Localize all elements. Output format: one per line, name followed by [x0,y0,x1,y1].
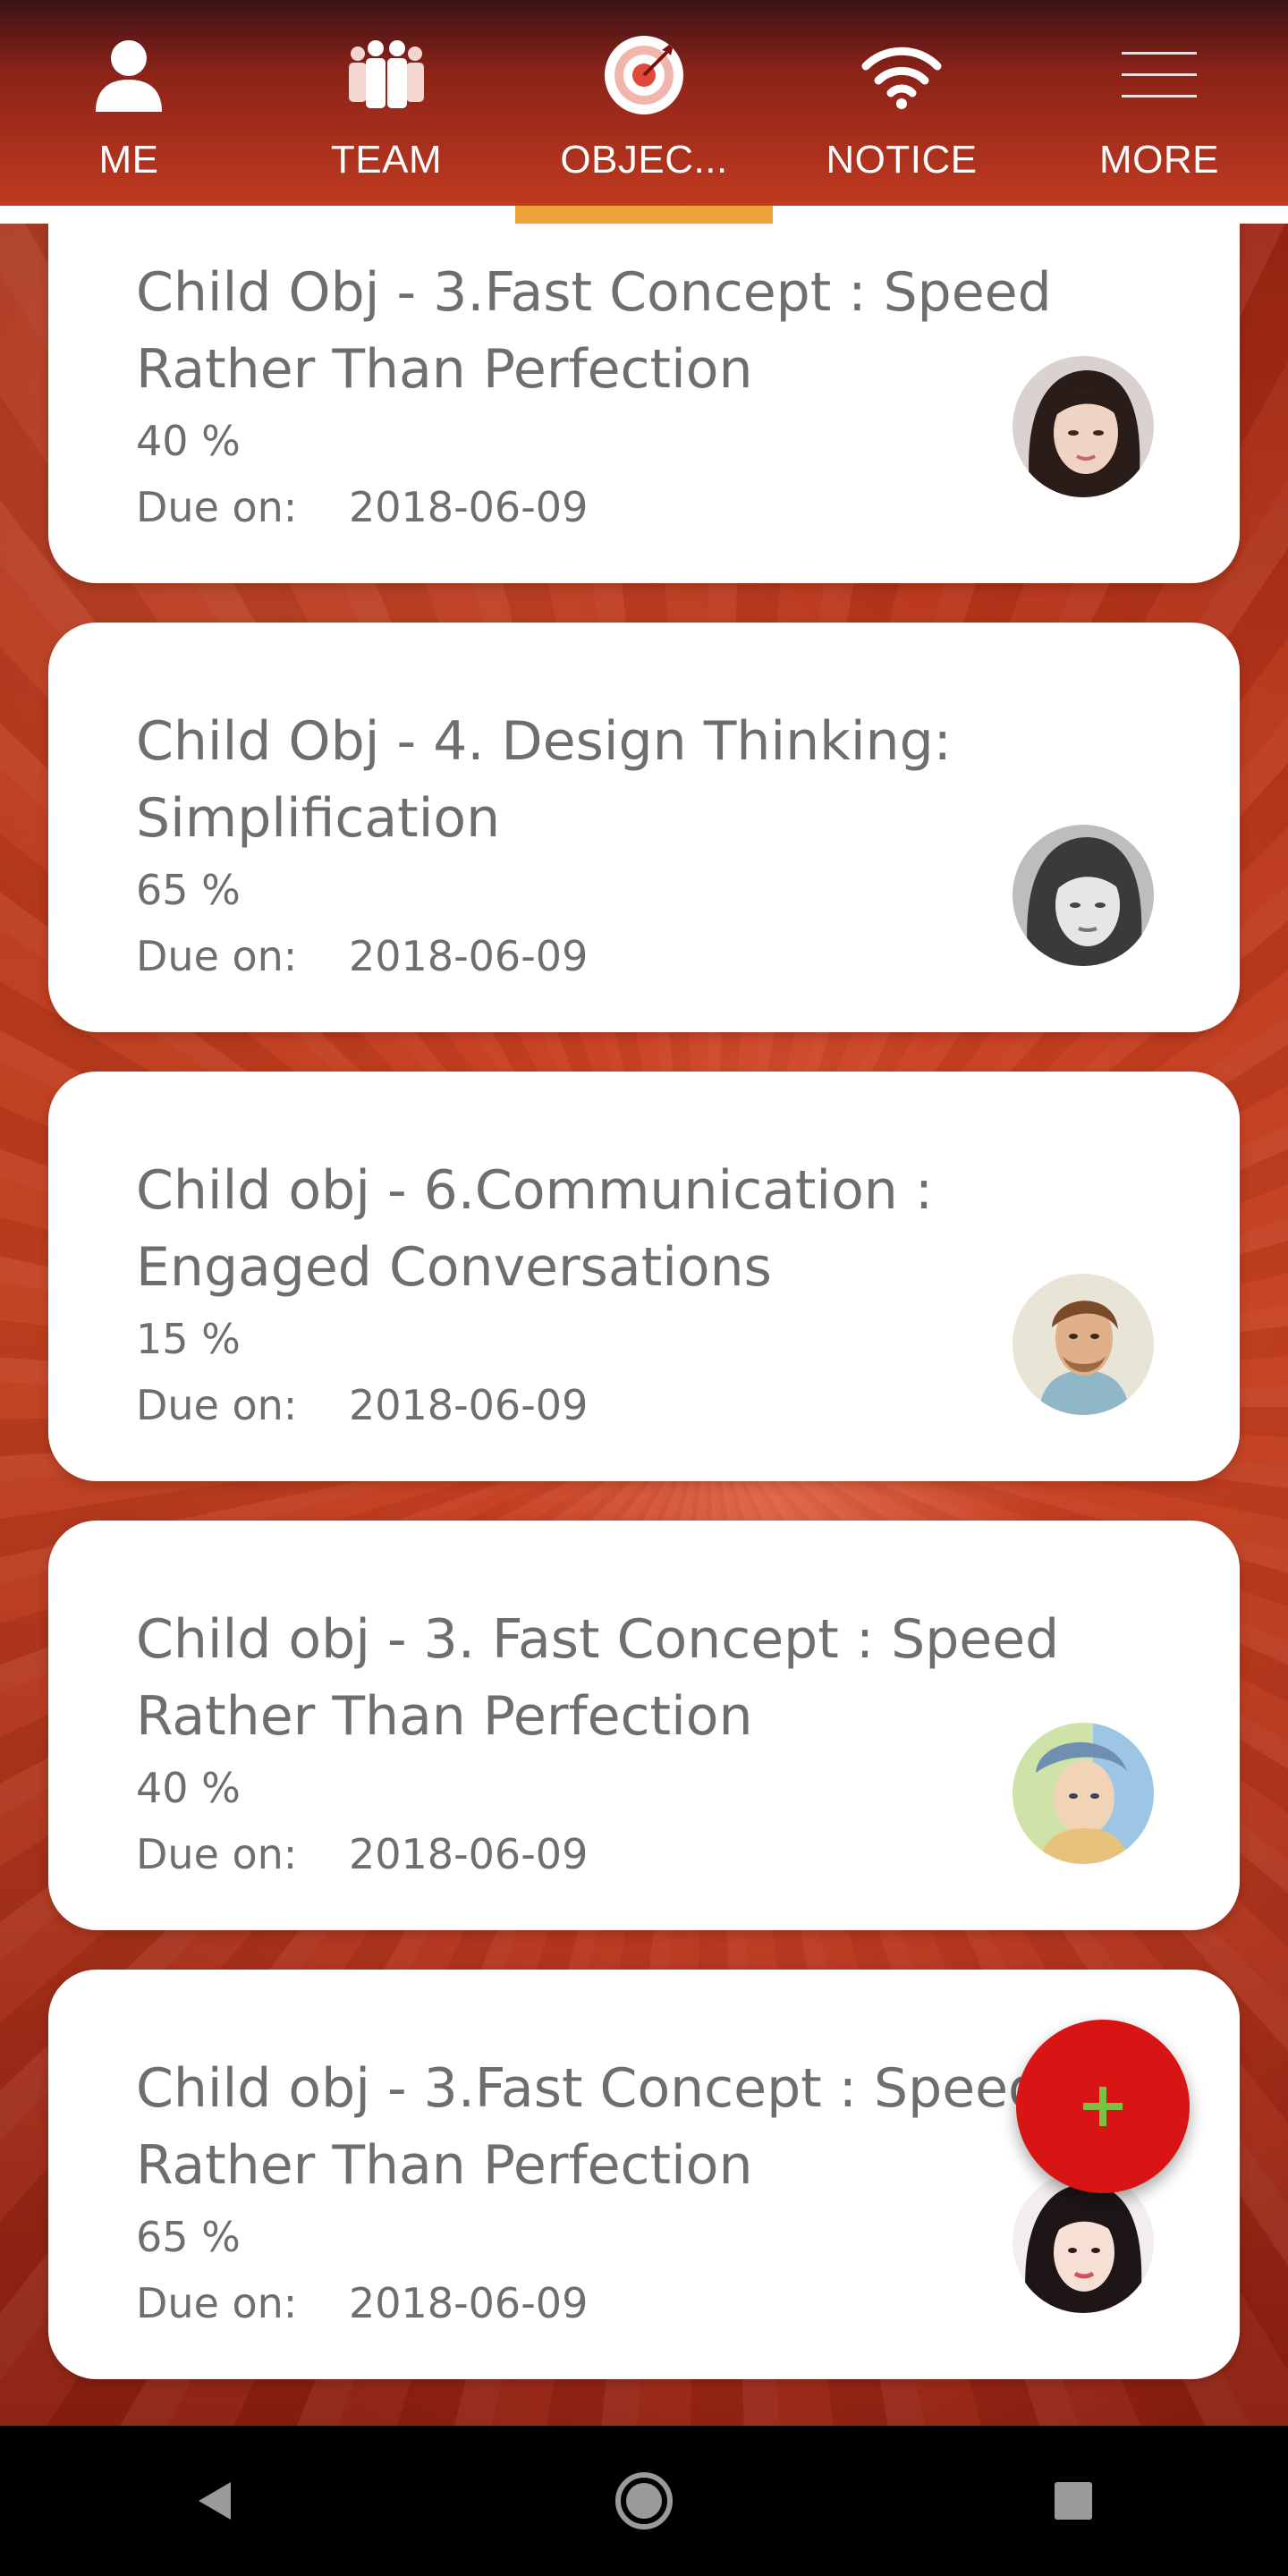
objective-title: Child obj - 6.Communication : Engaged Co… [136,1159,934,1299]
due-label: Due on: [136,1381,298,1429]
back-button[interactable] [143,2447,286,2555]
objective-progress: 15 % [136,1315,241,1363]
top-navigation: ME TEAM OBJEC... NOTICE MORE [0,0,1288,206]
objective-progress: 65 % [136,866,241,914]
objective-title: Child Obj - 3.Fast Concept : Speed Rathe… [136,261,1052,401]
due-date: 2018-06-09 [349,932,589,980]
objective-due: Due on: 2018-06-09 [136,1830,1150,1878]
objective-card[interactable]: Child Obj - 4. Design Thinking: Simplifi… [48,623,1240,1032]
objective-card[interactable]: Child obj - 3. Fast Concept : Speed Rath… [48,1521,1240,1930]
recents-icon [1055,2482,1092,2520]
person-icon [86,32,172,118]
objective-due: Due on: 2018-06-09 [136,483,1150,531]
objective-title: Child obj - 3.Fast Concept : Speed Rathe… [136,2057,1043,2197]
objective-due: Due on: 2018-06-09 [136,1381,1150,1429]
objective-title: Child obj - 3. Fast Concept : Speed Rath… [136,1608,1060,1748]
due-date: 2018-06-09 [349,2279,589,2327]
objective-due: Due on: 2018-06-09 [136,932,1150,980]
avatar[interactable] [1013,356,1154,497]
target-icon [601,32,687,118]
nav-tab-team[interactable]: TEAM [258,0,515,206]
due-date: 2018-06-09 [349,1830,589,1878]
objective-progress: 40 % [136,1764,241,1812]
nav-tab-more[interactable]: MORE [1030,0,1288,206]
objective-title: Child Obj - 4. Design Thinking: Simplifi… [136,710,952,850]
objective-card[interactable]: Child obj - 6.Communication : Engaged Co… [48,1072,1240,1481]
objective-progress: 40 % [136,417,241,465]
system-navigation-bar [0,2426,1288,2576]
avatar[interactable] [1013,825,1154,966]
due-label: Due on: [136,1830,298,1878]
due-label: Due on: [136,2279,298,2327]
home-button[interactable] [572,2447,716,2555]
nav-tab-objectives[interactable]: OBJEC... [515,0,773,206]
avatar[interactable] [1013,1274,1154,1415]
avatar[interactable] [1013,1723,1154,1864]
wifi-icon [859,32,945,118]
nav-label-more: MORE [1099,138,1219,182]
objective-card[interactable]: Child Obj - 3.Fast Concept : Speed Rathe… [48,224,1240,583]
due-date: 2018-06-09 [349,1381,589,1429]
recents-button[interactable] [1002,2447,1145,2555]
nav-label-me: ME [98,138,159,182]
objective-due: Due on: 2018-06-09 [136,2279,1150,2327]
home-icon [615,2472,673,2529]
team-icon [343,32,429,118]
back-icon [199,2482,231,2520]
plus-icon [1083,2087,1123,2126]
nav-label-team: TEAM [330,138,443,182]
due-date: 2018-06-09 [349,483,589,531]
objective-progress: 65 % [136,2213,241,2261]
nav-label-notice: NOTICE [826,138,978,182]
add-objective-button[interactable] [1016,2020,1190,2193]
menu-icon [1116,32,1202,118]
nav-label-objectives: OBJEC... [560,138,728,182]
due-label: Due on: [136,483,298,531]
avatar[interactable] [1013,2172,1154,2313]
nav-tab-me[interactable]: ME [0,0,258,206]
active-tab-indicator [515,206,773,224]
nav-tab-notice[interactable]: NOTICE [773,0,1030,206]
due-label: Due on: [136,932,298,980]
